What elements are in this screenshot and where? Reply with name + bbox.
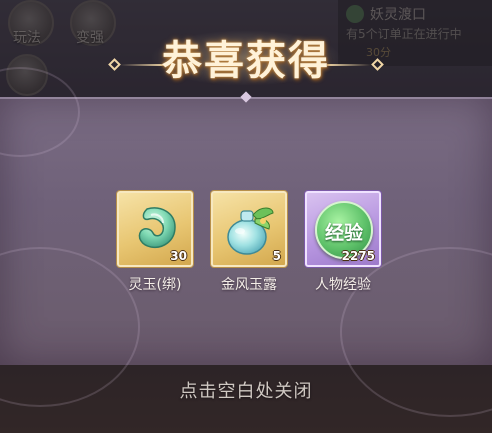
reward-name: 灵玉(绑)	[128, 277, 182, 293]
jade-icon	[138, 207, 176, 249]
close-hint[interactable]: 点击空白处关闭	[0, 377, 492, 403]
exp-icon-text: 经验	[324, 222, 363, 244]
reward-count: 2275	[341, 249, 375, 263]
potion-bottle-icon	[227, 207, 274, 255]
reward-item-jade[interactable]: 30	[117, 191, 193, 267]
reward-name: 人物经验	[315, 277, 371, 293]
reward-screen[interactable]: 玩法 变强 妖灵渡口 有5个订单正在进行中 30分 恭喜获得 30 灵玉(绑) …	[0, 0, 492, 433]
reward-count: 5	[272, 249, 281, 263]
reward-item-potion[interactable]: 5	[211, 191, 287, 267]
reward-name: 金风玉露	[221, 277, 277, 293]
reward-item-exp[interactable]: 经验 2275	[305, 191, 381, 267]
title-banner: 恭喜获得	[108, 20, 384, 90]
reward-count: 30	[170, 249, 187, 263]
reward-title: 恭喜获得	[162, 37, 330, 84]
